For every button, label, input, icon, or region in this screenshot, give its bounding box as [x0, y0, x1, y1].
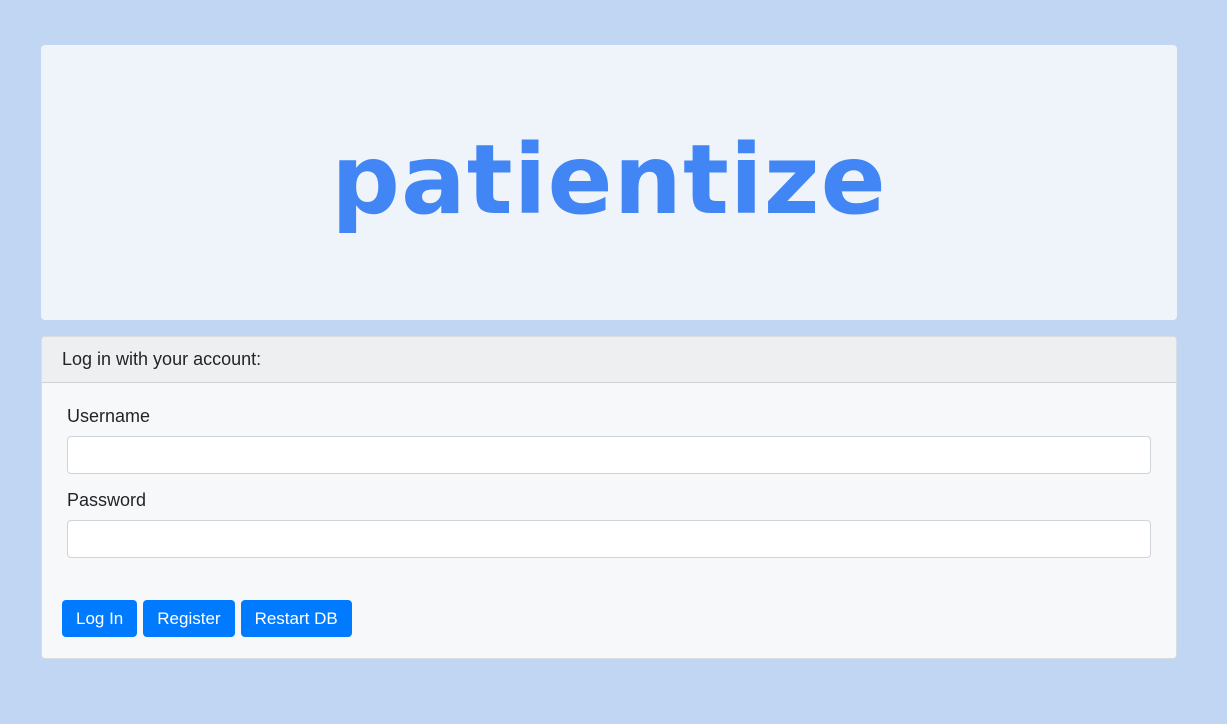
register-button[interactable]: Register [143, 600, 235, 637]
password-label: Password [67, 490, 147, 510]
login-card-header: Log in with your account: [42, 337, 1176, 383]
patientize-logo: patientize [331, 123, 887, 236]
login-button[interactable]: Log In [62, 600, 138, 637]
login-header-text: Log in with your account: [62, 349, 262, 369]
username-label: Username [67, 406, 151, 426]
login-card: Log in with your account: Username Passw… [41, 336, 1177, 659]
login-form: Username Password [42, 383, 1176, 558]
restart-db-button[interactable]: Restart DB [240, 600, 352, 637]
password-input[interactable] [67, 520, 1151, 558]
button-row: Log In Register Restart DB [62, 600, 352, 637]
logo-banner: patientize [41, 45, 1177, 320]
username-input[interactable] [67, 436, 1151, 474]
